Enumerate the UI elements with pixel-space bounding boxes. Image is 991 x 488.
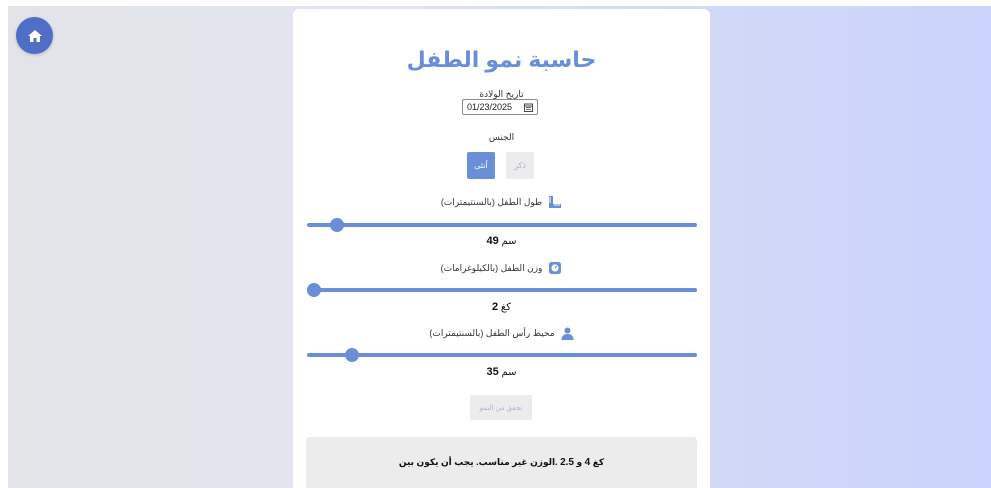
birth-date-value: 01/23/2025 [467,102,513,112]
result-max: 4 [584,457,591,468]
length-slider-thumb[interactable] [329,218,344,232]
weight-label-row: وزن الطفل (بالكيلوغرامات) [293,261,710,275]
weight-slider-thumb[interactable] [307,283,321,297]
result-text: كغ 4 و 2.5 .الوزن غير مناسب. يجب أن يكون… [399,457,604,468]
head-slider-thumb[interactable] [344,348,359,362]
result-prefix: .الوزن غير مناسب. يجب أن يكون بين [398,457,558,467]
home-button[interactable] [16,17,53,54]
gender-male-button[interactable]: ذكر [506,152,534,179]
ruler-icon [549,196,562,208]
calculator-card: حاسبة نمو الطفل تاريخ الولادة 01/23/2025… [293,9,710,488]
page-title: حاسبة نمو الطفل [406,47,597,72]
result-min: 2.5 [560,457,574,468]
length-unit: سم [501,236,517,247]
result-message: كغ 4 و 2.5 .الوزن غير مناسب. يجب أن يكون… [306,437,697,488]
head-label-row: محيط رأس الطفل (بالسنتيمترات) [293,327,710,340]
head-unit: سم [501,367,517,378]
user-icon [561,327,574,340]
calendar-icon[interactable] [524,103,533,112]
result-connector: و [576,457,583,467]
weight-label: وزن الطفل (بالكيلوغرامات) [440,262,543,273]
weight-value: 2 كغ [293,301,710,313]
length-slider[interactable] [307,218,697,232]
head-value: 35 سم [293,366,710,378]
weight-slider[interactable] [307,283,697,297]
gender-female-button[interactable]: أنثى [467,152,495,179]
head-number: 35 [486,366,499,378]
gender-label: الجنس [488,132,515,142]
result-unit: كغ [592,457,605,467]
home-icon [27,29,42,42]
head-label: محيط رأس الطفل (بالسنتيمترات) [429,328,555,338]
scale-icon [549,262,562,274]
weight-number: 2 [492,301,499,313]
head-slider[interactable] [307,348,697,362]
length-number: 49 [486,235,499,247]
length-value: 49 سم [293,235,710,247]
length-label: طول الطفل (بالسنتيمترات) [440,196,543,207]
birth-date-input[interactable]: 01/23/2025 [462,99,538,115]
weight-unit: كغ [500,302,511,313]
check-growth-button[interactable]: تحقق من النمو [470,395,532,420]
length-label-row: طول الطفل (بالسنتيمترات) [293,195,710,209]
